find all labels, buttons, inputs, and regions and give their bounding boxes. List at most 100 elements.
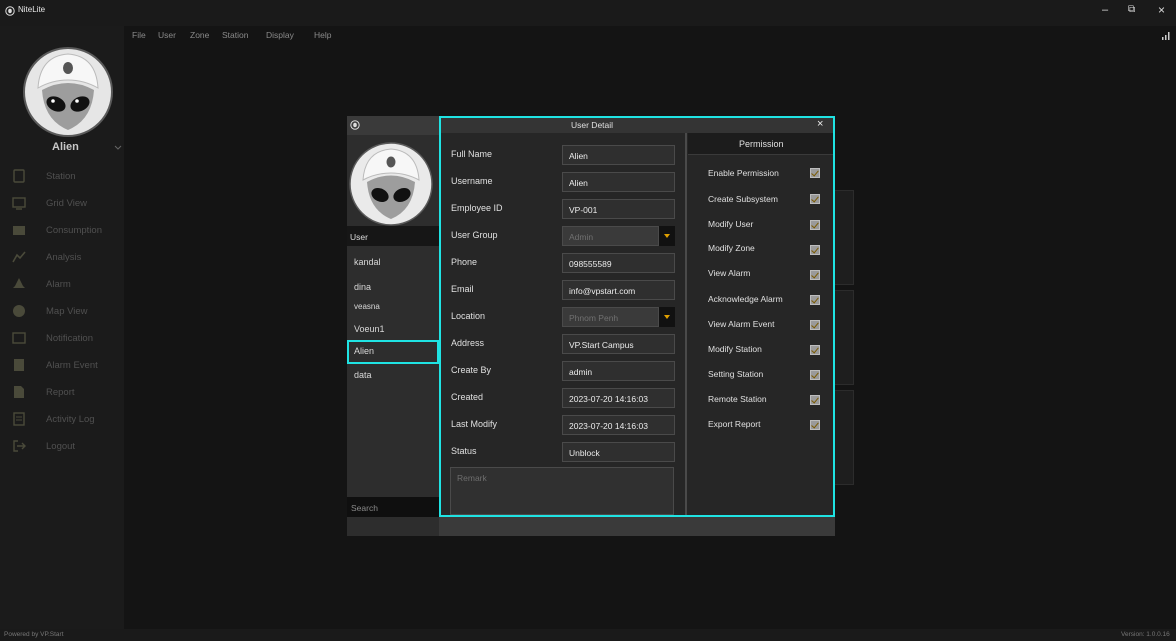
field-label-username: Username — [451, 176, 493, 186]
column-divider — [685, 133, 687, 515]
sidebar-item-activity-log[interactable]: Activity Log — [0, 407, 124, 434]
field-label-create-by: Create By — [451, 365, 492, 375]
menu-file[interactable]: File — [132, 30, 146, 40]
user-list-item-selected[interactable]: Alien — [347, 340, 439, 364]
menu-bar: File User Zone Station Display Help — [0, 26, 1176, 46]
modify-user-checkbox[interactable] — [810, 220, 820, 230]
export-report-checkbox[interactable] — [810, 420, 820, 430]
signal-icon — [1162, 32, 1170, 40]
app-logo-icon — [5, 6, 15, 16]
activity-log-icon — [13, 412, 25, 426]
sidebar-item-consumption[interactable]: Consumption — [0, 218, 124, 245]
menu-station[interactable]: Station — [222, 30, 248, 40]
dialog-header — [441, 118, 833, 133]
title-bar: NiteLite – ⧉ × — [0, 0, 1176, 26]
powered-by-text: Powered by VP.Start — [4, 631, 64, 638]
modify-zone-checkbox[interactable] — [810, 245, 820, 255]
field-label-address: Address — [451, 338, 485, 348]
avatar — [23, 47, 113, 137]
sidebar-item-report[interactable]: Report — [0, 380, 124, 407]
field-label-employee-id: Employee ID — [451, 203, 503, 213]
status-bar: Powered by VP.Start Version: 1.0.0.16 — [0, 629, 1176, 641]
acknowledge-alarm-checkbox[interactable] — [810, 295, 820, 305]
location-dropdown-button[interactable] — [659, 307, 675, 327]
username-field[interactable]: Alien — [562, 172, 675, 192]
create-subsystem-checkbox[interactable] — [810, 194, 820, 204]
version-text: Version: 1.0.0.16 — [1121, 631, 1170, 638]
perm-label-view-alarm-event: View Alarm Event — [708, 319, 775, 329]
app-title: NiteLite — [18, 5, 46, 14]
user-list-header: User — [347, 226, 439, 246]
user-list-item[interactable]: Voeun1 — [347, 318, 439, 342]
field-label-created: Created — [451, 392, 484, 402]
perm-label-modify-zone: Modify Zone — [708, 243, 755, 253]
menu-user[interactable]: User — [158, 30, 176, 40]
sidebar-item-station[interactable]: Station — [0, 164, 124, 191]
app-logo-icon — [350, 120, 360, 130]
sidebar-item-analysis[interactable]: Analysis — [0, 245, 124, 272]
remark-textarea[interactable]: Remark — [450, 467, 674, 515]
perm-label-modify-station: Modify Station — [708, 344, 762, 354]
remote-station-checkbox[interactable] — [810, 395, 820, 405]
dropdown-arrow-icon — [664, 234, 670, 238]
close-dialog-button[interactable]: × — [817, 118, 823, 130]
employee-id-field[interactable]: VP-001 — [562, 199, 675, 219]
map-icon — [13, 305, 25, 317]
close-window-button[interactable]: × — [1158, 3, 1165, 17]
created-field: 2023-07-20 14:16:03 — [562, 388, 675, 408]
alarm-icon — [13, 278, 25, 288]
view-alarm-checkbox[interactable] — [810, 270, 820, 280]
setting-station-checkbox[interactable] — [810, 370, 820, 380]
address-field[interactable]: VP.Start Campus — [562, 334, 675, 354]
field-label-last-modify: Last Modify — [451, 419, 498, 429]
field-label-email: Email — [451, 284, 474, 294]
enable-permission-checkbox[interactable] — [810, 168, 820, 178]
sidebar-item-alarm-event[interactable]: Alarm Event — [0, 353, 124, 380]
field-label-full-name: Full Name — [451, 149, 493, 159]
email-field[interactable]: info@vpstart.com — [562, 280, 675, 300]
restore-button[interactable]: ⧉ — [1128, 4, 1135, 15]
perm-label-enable-permission: Enable Permission — [708, 168, 779, 178]
location-select[interactable]: Phnom Penh — [562, 307, 659, 327]
perm-label-setting-station: Setting Station — [708, 369, 764, 379]
create-by-field: admin — [562, 361, 675, 381]
chevron-down-icon[interactable] — [114, 145, 122, 151]
alarm-event-icon — [14, 359, 24, 371]
logout-icon — [13, 440, 26, 452]
view-alarm-event-checkbox[interactable] — [810, 320, 820, 330]
permission-header: Permission — [688, 133, 833, 155]
phone-field[interactable]: 098555589 — [562, 253, 675, 273]
perm-label-modify-user: Modify User — [708, 219, 754, 229]
full-name-field[interactable]: Alien — [562, 145, 675, 165]
sidebar-item-logout[interactable]: Logout — [0, 434, 124, 461]
user-list-item[interactable]: data — [347, 364, 439, 388]
perm-label-remote-station: Remote Station — [708, 394, 767, 404]
user-list-item[interactable]: kandal — [347, 251, 439, 275]
grid-view-icon — [12, 197, 26, 210]
menu-display[interactable]: Display — [266, 30, 294, 40]
field-label-user-group: User Group — [451, 230, 498, 240]
perm-label-create-subsystem: Create Subsystem — [708, 194, 778, 204]
dropdown-arrow-icon — [664, 315, 670, 319]
sidebar-item-alarm[interactable]: Alarm — [0, 272, 124, 299]
user-group-select[interactable]: Admin — [562, 226, 659, 246]
sidebar-username: Alien — [52, 141, 79, 153]
perm-label-view-alarm: View Alarm — [708, 268, 751, 278]
status-field[interactable]: Unblock — [562, 442, 675, 462]
user-avatar — [349, 142, 433, 226]
field-label-phone: Phone — [451, 257, 478, 267]
sidebar-item-grid-view[interactable]: Grid View — [0, 191, 124, 218]
modify-station-checkbox[interactable] — [810, 345, 820, 355]
consumption-icon — [13, 226, 25, 235]
analysis-icon — [12, 251, 26, 263]
sidebar-item-map-view[interactable]: Map View — [0, 299, 124, 326]
user-list-item[interactable]: veasna — [347, 296, 439, 320]
minimize-button[interactable]: – — [1102, 4, 1108, 16]
sidebar-item-notification[interactable]: Notification — [0, 326, 124, 353]
user-search-input[interactable]: Search — [347, 497, 439, 517]
menu-zone[interactable]: Zone — [190, 30, 209, 40]
report-icon — [14, 386, 24, 398]
notification-icon — [12, 332, 26, 344]
menu-help[interactable]: Help — [314, 30, 331, 40]
user-group-dropdown-button[interactable] — [659, 226, 675, 246]
